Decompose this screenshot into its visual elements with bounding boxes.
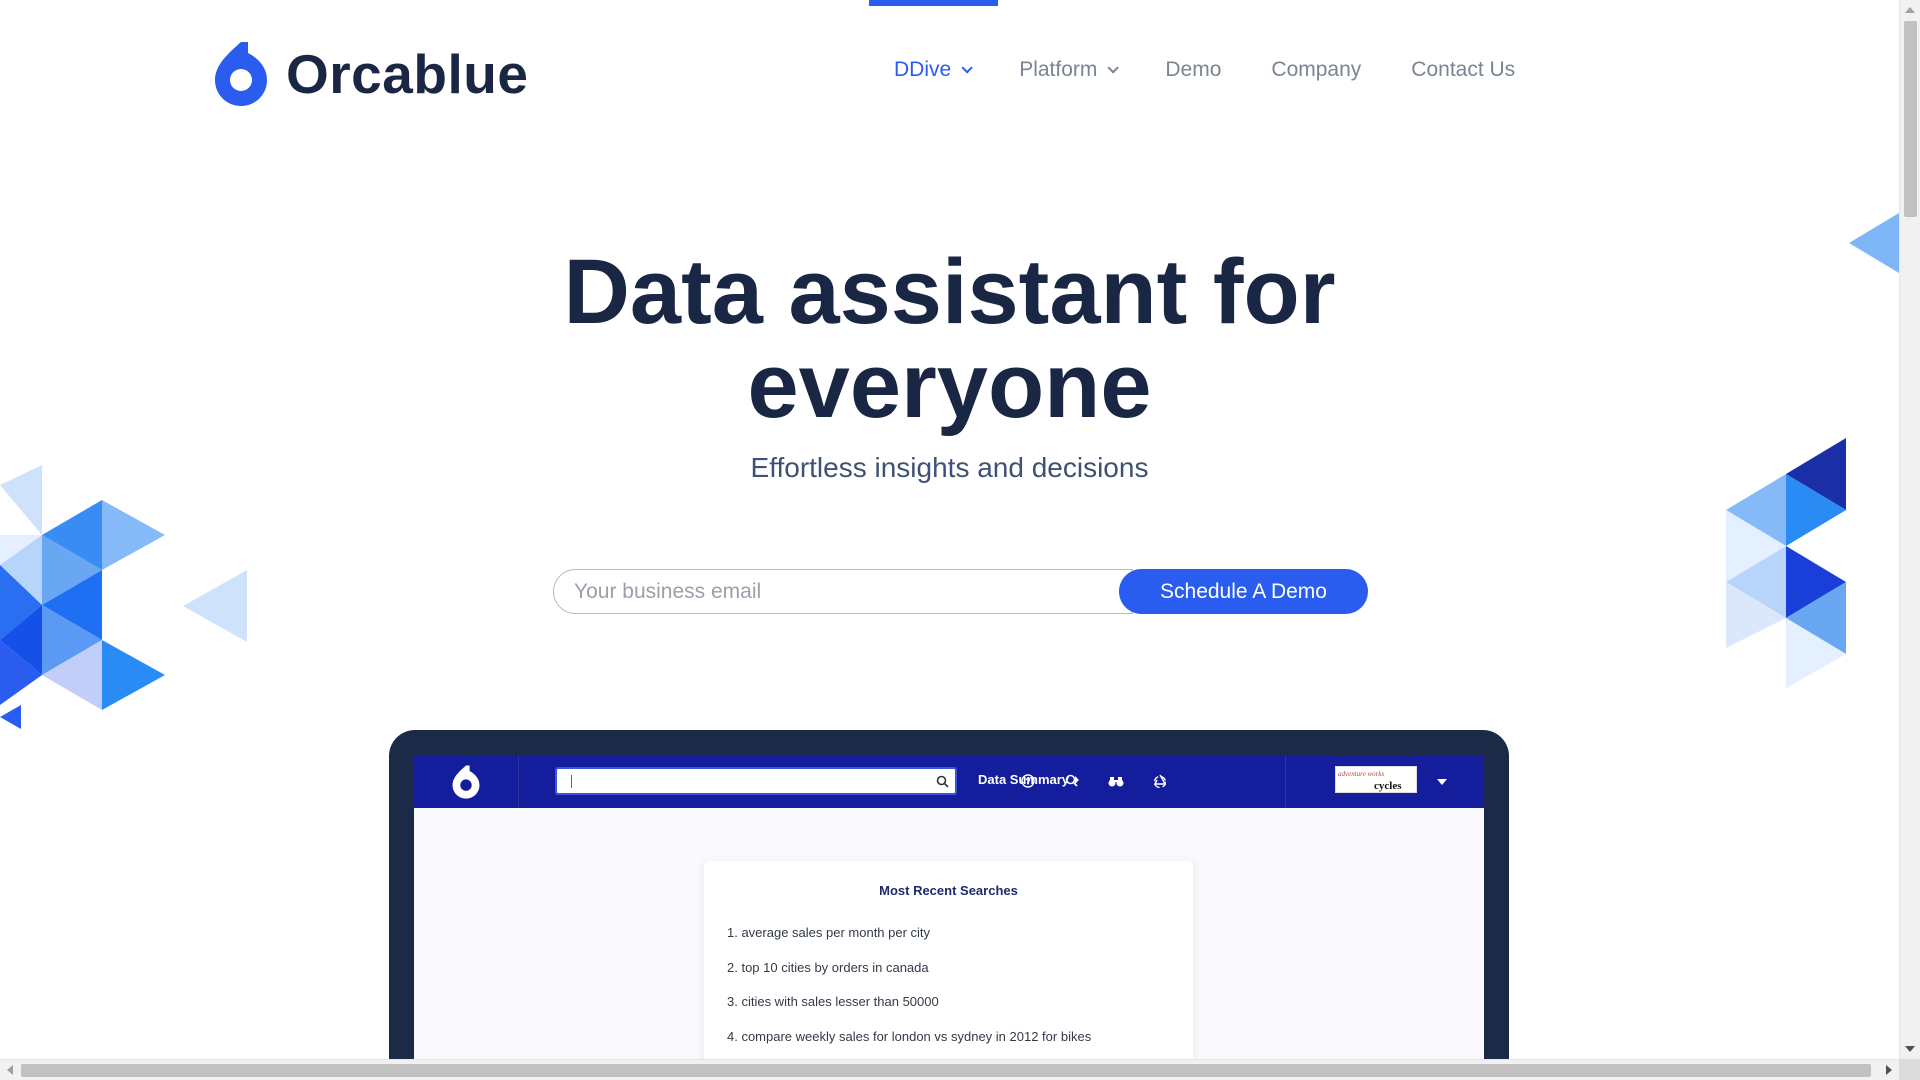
app-search-input[interactable] bbox=[555, 767, 957, 795]
app-preview-screen: Data Summary ? adventure works cycles Mo… bbox=[414, 755, 1484, 1059]
text-cursor bbox=[571, 775, 572, 788]
app-preview-laptop: Data Summary ? adventure works cycles Mo… bbox=[389, 730, 1509, 1059]
brand-logo-small-text: adventure works bbox=[1338, 770, 1385, 778]
schedule-demo-button[interactable]: Schedule A Demo bbox=[1119, 569, 1368, 614]
nav-item-label: Demo bbox=[1165, 58, 1222, 81]
orcablue-logo-icon bbox=[215, 42, 267, 106]
demo-signup-form: Schedule A Demo bbox=[553, 569, 1368, 614]
recent-search-item[interactable]: 4. compare weekly sales for london vs sy… bbox=[727, 1029, 1091, 1060]
company-brand-logo: adventure works cycles bbox=[1335, 766, 1417, 793]
hero-title-line2: everyone bbox=[747, 335, 1152, 437]
site-logo[interactable]: Orcablue bbox=[212, 40, 528, 108]
main-nav: DDive Platform Demo Company Contact Us bbox=[894, 58, 1515, 82]
vertical-scrollbar[interactable] bbox=[1899, 0, 1920, 1059]
recent-searches-card: Most Recent Searches 1. average sales pe… bbox=[704, 861, 1193, 1059]
account-dropdown-caret-icon[interactable] bbox=[1437, 779, 1447, 785]
orcablue-logo-icon bbox=[452, 764, 480, 799]
search-icon[interactable] bbox=[936, 775, 949, 788]
nav-active-indicator bbox=[869, 0, 998, 6]
recent-search-item[interactable]: 1. average sales per month per city bbox=[727, 925, 1091, 960]
help-icon[interactable]: ? bbox=[1019, 772, 1037, 790]
chevron-down-icon bbox=[1107, 62, 1120, 74]
nav-item-label: DDive bbox=[894, 58, 952, 81]
hero-title-line1: Data assistant for bbox=[563, 241, 1336, 343]
app-bar-divider bbox=[1285, 755, 1286, 808]
recycle-icon[interactable] bbox=[1151, 772, 1169, 790]
left-small-triangle-decoration bbox=[183, 570, 247, 642]
scroll-down-arrow-icon[interactable] bbox=[1905, 1046, 1915, 1052]
browser-viewport: Orcablue DDive Platform Demo Company Con… bbox=[0, 0, 1920, 1080]
logo-wordmark: Orcablue bbox=[286, 43, 529, 105]
horizontal-scrollbar[interactable] bbox=[0, 1059, 1920, 1080]
nav-item-contact-us[interactable]: Contact Us bbox=[1411, 58, 1515, 82]
nav-item-company[interactable]: Company bbox=[1271, 58, 1361, 82]
scroll-left-arrow-icon[interactable] bbox=[7, 1065, 13, 1075]
svg-text:?: ? bbox=[1025, 776, 1031, 786]
app-logo[interactable] bbox=[414, 755, 519, 808]
chevron-down-icon bbox=[961, 62, 973, 74]
recent-search-item[interactable]: 3. cities with sales lesser than 50000 bbox=[727, 994, 1091, 1029]
search-icon[interactable] bbox=[1063, 772, 1081, 790]
recent-searches-title: Most Recent Searches bbox=[879, 883, 1018, 898]
scroll-up-arrow-icon[interactable] bbox=[1905, 7, 1915, 13]
horizontal-scrollbar-thumb[interactable] bbox=[21, 1064, 1871, 1077]
left-triangle-cluster-decoration bbox=[0, 465, 165, 729]
nav-item-demo[interactable]: Demo bbox=[1165, 58, 1221, 82]
right-triangle-cluster-decoration bbox=[1726, 438, 1846, 688]
business-email-input[interactable] bbox=[553, 569, 1133, 614]
nav-item-label: Contact Us bbox=[1411, 58, 1516, 81]
vertical-scrollbar-thumb[interactable] bbox=[1904, 21, 1917, 217]
binoculars-icon[interactable] bbox=[1107, 772, 1125, 790]
nav-item-label: Company bbox=[1271, 58, 1362, 81]
nav-item-label: Platform bbox=[1019, 58, 1098, 81]
hero-subtitle: Effortless insights and decisions bbox=[750, 452, 1149, 483]
recent-search-item[interactable]: 2. top 10 cities by orders in canada bbox=[727, 960, 1091, 995]
nav-item-ddive[interactable]: DDive bbox=[894, 58, 973, 82]
brand-logo-big-text: cycles bbox=[1374, 780, 1402, 792]
hero-title: Data assistant for everyone bbox=[0, 245, 1899, 433]
recent-searches-list: 1. average sales per month per city 2. t… bbox=[727, 925, 1091, 1059]
nav-item-platform[interactable]: Platform bbox=[1019, 58, 1120, 82]
page-content: Orcablue DDive Platform Demo Company Con… bbox=[0, 0, 1899, 1059]
right-top-triangle-decoration bbox=[1849, 213, 1899, 273]
scrollbar-corner bbox=[1899, 1059, 1920, 1080]
app-top-bar: Data Summary ? adventure works cycles bbox=[414, 755, 1484, 808]
scroll-right-arrow-icon[interactable] bbox=[1886, 1065, 1892, 1075]
